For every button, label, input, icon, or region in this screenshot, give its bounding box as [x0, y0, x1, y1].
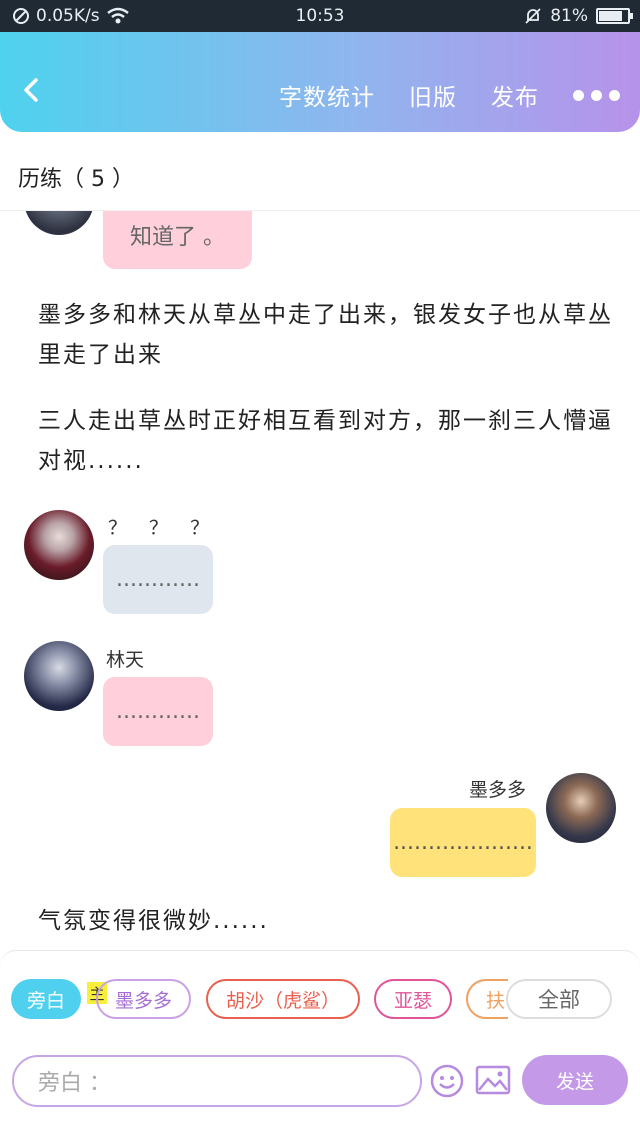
battery-icon	[596, 8, 633, 24]
character-name: 林天	[106, 649, 145, 671]
message-bubble: ............	[103, 545, 213, 614]
narration-text: 三人走出草丛时正好相互看到对方，那一刹三人懵逼对视......	[38, 408, 613, 474]
chat-area[interactable]: 知道了 。 墨多多和林天从草丛中走了出来，银发女子也从草丛里走了出来 三人走出草…	[0, 211, 640, 951]
section-header: 历练（ 5 ）	[0, 140, 640, 211]
role-chip[interactable]: 亚瑟	[374, 979, 452, 1019]
send-button[interactable]: 发送	[522, 1055, 628, 1105]
all-roles-button[interactable]: 全部	[506, 979, 612, 1019]
role-chip-narrator[interactable]: 旁白	[11, 979, 81, 1019]
publish-link[interactable]: 发布	[491, 78, 539, 112]
message-bubble: 知道了 。	[103, 211, 252, 269]
status-bar: 0.05K/s 10:53 81%	[0, 0, 640, 32]
narration-text: 墨多多和林天从草丛中走了出来，银发女子也从草丛里走了出来	[38, 302, 613, 368]
app-header: 字数统计 旧版 发布	[0, 32, 640, 132]
role-chip[interactable]: 胡沙（虎鲨）	[206, 979, 360, 1019]
old-version-link[interactable]: 旧版	[409, 78, 457, 112]
message-input[interactable]: 旁白 ：	[12, 1055, 422, 1107]
character-name: 墨多多	[469, 779, 527, 801]
word-count-link[interactable]: 字数统计	[279, 78, 375, 112]
image-icon[interactable]	[475, 1064, 511, 1096]
message-bubble: ............	[103, 677, 213, 746]
battery-percent: 81%	[550, 6, 588, 26]
avatar	[546, 773, 616, 843]
emoji-icon[interactable]	[430, 1064, 464, 1098]
avatar	[24, 510, 94, 580]
section-title: 历练（ 5 ）	[18, 167, 134, 192]
more-menu-icon[interactable]	[573, 89, 620, 101]
avatar	[24, 641, 94, 711]
narration-text: 气氛变得很微妙......	[38, 908, 269, 934]
role-chip[interactable]: 墨多多	[96, 979, 191, 1019]
composer-panel: 旁白 主 墨多多 胡沙（虎鲨） 亚瑟 扶 全部 旁白 ： 发送	[0, 950, 640, 1139]
message-bubble: ....................	[390, 808, 536, 877]
avatar	[24, 211, 94, 235]
mute-bell-icon	[525, 8, 541, 24]
character-name: ？ ？ ？	[108, 517, 218, 539]
back-arrow-icon[interactable]	[18, 76, 46, 104]
